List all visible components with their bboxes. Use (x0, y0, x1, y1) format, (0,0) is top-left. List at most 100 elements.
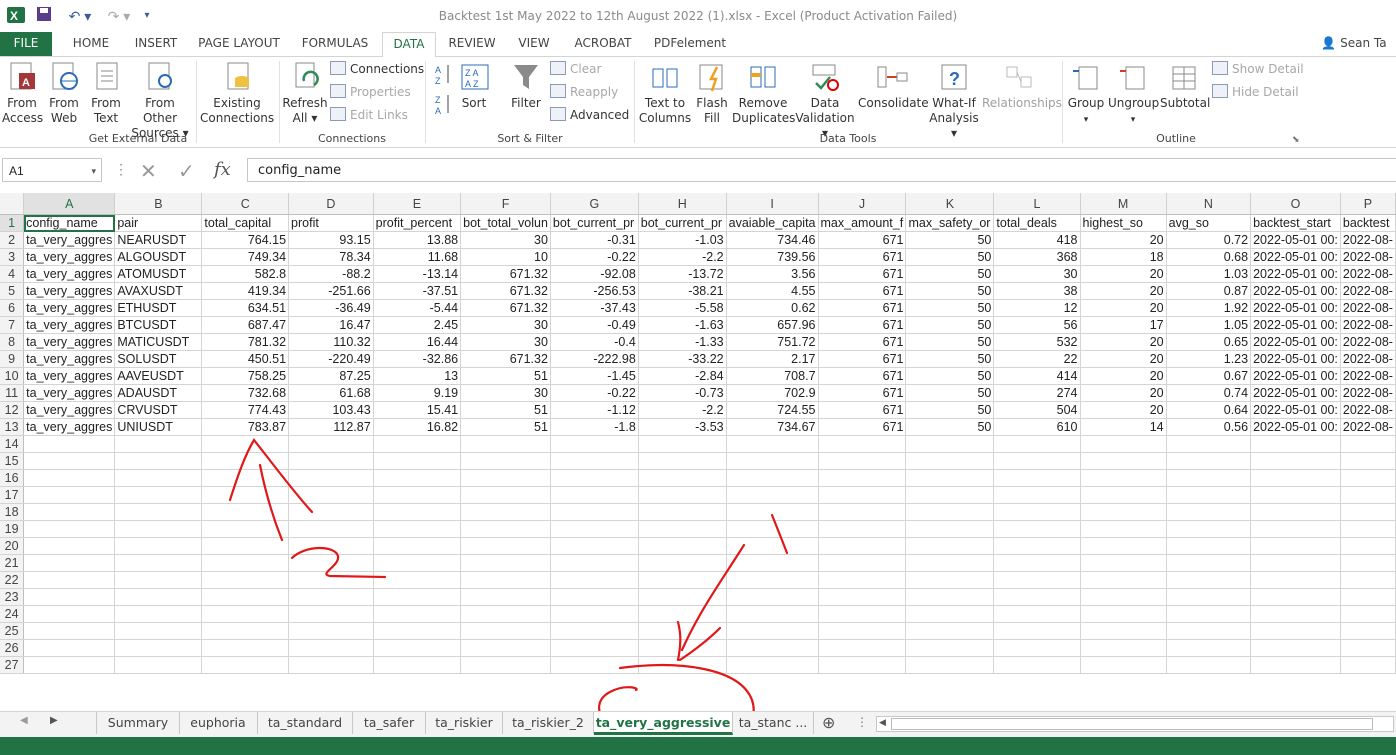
cell[interactable]: 1.92 (1166, 299, 1252, 317)
cell[interactable]: 11.68 (373, 248, 462, 266)
cell[interactable] (726, 554, 819, 572)
sheet-tab-ta-riskier[interactable]: ta_riskier (426, 712, 503, 734)
cell[interactable]: 671 (818, 401, 907, 419)
cell[interactable] (460, 554, 551, 572)
cell[interactable]: 2022-05-01 00: (1250, 299, 1341, 317)
cell[interactable] (201, 486, 290, 504)
cell[interactable]: 22 (993, 350, 1081, 368)
cell[interactable] (373, 520, 462, 538)
cell[interactable]: 2022-08- (1340, 367, 1396, 385)
cell[interactable] (288, 605, 374, 623)
cell[interactable]: -33.22 (638, 350, 727, 368)
properties-button[interactable]: Properties (330, 82, 411, 102)
cell[interactable] (550, 622, 639, 640)
cell[interactable]: AVAXUSDT (114, 282, 203, 300)
cell[interactable] (23, 571, 116, 589)
cell[interactable] (373, 605, 462, 623)
cell[interactable] (818, 452, 907, 470)
row-header[interactable]: 16 (0, 469, 25, 487)
cell[interactable] (550, 605, 639, 623)
header-cell[interactable]: max_amount_f (818, 214, 907, 232)
cell[interactable]: 1.03 (1166, 265, 1252, 283)
cell[interactable]: 532 (993, 333, 1081, 351)
cell[interactable]: 9.19 (373, 384, 462, 402)
column-header-p[interactable]: P (1340, 193, 1396, 215)
cell[interactable]: 2022-05-01 00: (1250, 248, 1341, 266)
cell[interactable]: 450.51 (201, 350, 290, 368)
header-cell[interactable]: profit_percent (373, 214, 462, 232)
cell[interactable]: 2022-08- (1340, 384, 1396, 402)
cell[interactable] (1340, 503, 1396, 521)
cell[interactable] (1080, 588, 1167, 606)
cell[interactable]: 13.88 (373, 231, 462, 249)
cell[interactable] (201, 537, 290, 555)
cell[interactable]: 20 (1080, 282, 1167, 300)
header-cell[interactable]: avaiable_capita (726, 214, 819, 232)
cell[interactable] (638, 588, 727, 606)
header-cell[interactable]: highest_so (1080, 214, 1167, 232)
cell[interactable]: -13.14 (373, 265, 462, 283)
subtotal-button[interactable]: Subtotal (1160, 61, 1210, 111)
data-validation-button[interactable]: Data Validation ▾ (794, 61, 856, 141)
cell[interactable]: 2022-08- (1340, 401, 1396, 419)
row-header[interactable]: 25 (0, 622, 25, 640)
cell[interactable] (373, 435, 462, 453)
cell[interactable]: -37.43 (550, 299, 639, 317)
insert-function-icon[interactable]: fx (214, 159, 231, 180)
cell[interactable] (23, 537, 116, 555)
cell[interactable]: 50 (905, 231, 995, 249)
cell[interactable]: 2022-05-01 00: (1250, 350, 1341, 368)
cell[interactable] (993, 622, 1081, 640)
cell[interactable]: 724.55 (726, 401, 819, 419)
cell[interactable] (23, 554, 116, 572)
cell[interactable] (638, 486, 727, 504)
cell[interactable]: -5.44 (373, 299, 462, 317)
cell[interactable]: 51 (460, 401, 551, 419)
header-cell[interactable]: bot_current_pr (638, 214, 727, 232)
relationships-button[interactable]: Relationships (982, 61, 1062, 111)
cell[interactable] (1166, 503, 1252, 521)
cell[interactable]: 2022-05-01 00: (1250, 231, 1341, 249)
cell[interactable] (1080, 503, 1167, 521)
cell[interactable]: 702.9 (726, 384, 819, 402)
cell[interactable]: 2022-08- (1340, 333, 1396, 351)
cell[interactable] (288, 622, 374, 640)
row-header[interactable]: 14 (0, 435, 25, 453)
row-header[interactable]: 7 (0, 316, 25, 334)
sheet-tab-ta-standard[interactable]: ta_standard (258, 712, 353, 734)
cell[interactable] (1080, 639, 1167, 657)
cell[interactable] (726, 503, 819, 521)
cell[interactable]: 0.56 (1166, 418, 1252, 436)
cell[interactable] (726, 656, 819, 674)
cell[interactable]: 50 (905, 248, 995, 266)
cell[interactable]: 103.43 (288, 401, 374, 419)
cell[interactable] (1250, 554, 1341, 572)
cell[interactable] (1250, 588, 1341, 606)
cell[interactable] (114, 503, 203, 521)
cell[interactable]: 610 (993, 418, 1081, 436)
cell[interactable] (201, 452, 290, 470)
cell[interactable] (1166, 639, 1252, 657)
from-text-button[interactable]: From Text (86, 61, 126, 126)
cell[interactable]: CRVUSDT (114, 401, 203, 419)
cell[interactable] (1166, 469, 1252, 487)
cell[interactable]: 3.56 (726, 265, 819, 283)
cell[interactable]: 30 (993, 265, 1081, 283)
cell[interactable] (726, 537, 819, 555)
cell[interactable]: ta_very_aggres (23, 316, 116, 334)
cell[interactable] (201, 656, 290, 674)
cell[interactable] (993, 486, 1081, 504)
enter-check-icon[interactable]: ✓ (178, 159, 195, 184)
cell[interactable]: 20 (1080, 265, 1167, 283)
cell[interactable]: 2022-05-01 00: (1250, 384, 1341, 402)
cell[interactable] (1250, 571, 1341, 589)
cell[interactable] (460, 452, 551, 470)
column-header-b[interactable]: B (114, 193, 203, 215)
sheet-tab-ta-safer[interactable]: ta_safer (353, 712, 426, 734)
cell[interactable]: -0.22 (550, 248, 639, 266)
cell[interactable] (1166, 520, 1252, 538)
cell[interactable]: 758.25 (201, 367, 290, 385)
cell[interactable] (993, 469, 1081, 487)
cell[interactable]: 2022-05-01 00: (1250, 367, 1341, 385)
cell[interactable] (23, 486, 116, 504)
